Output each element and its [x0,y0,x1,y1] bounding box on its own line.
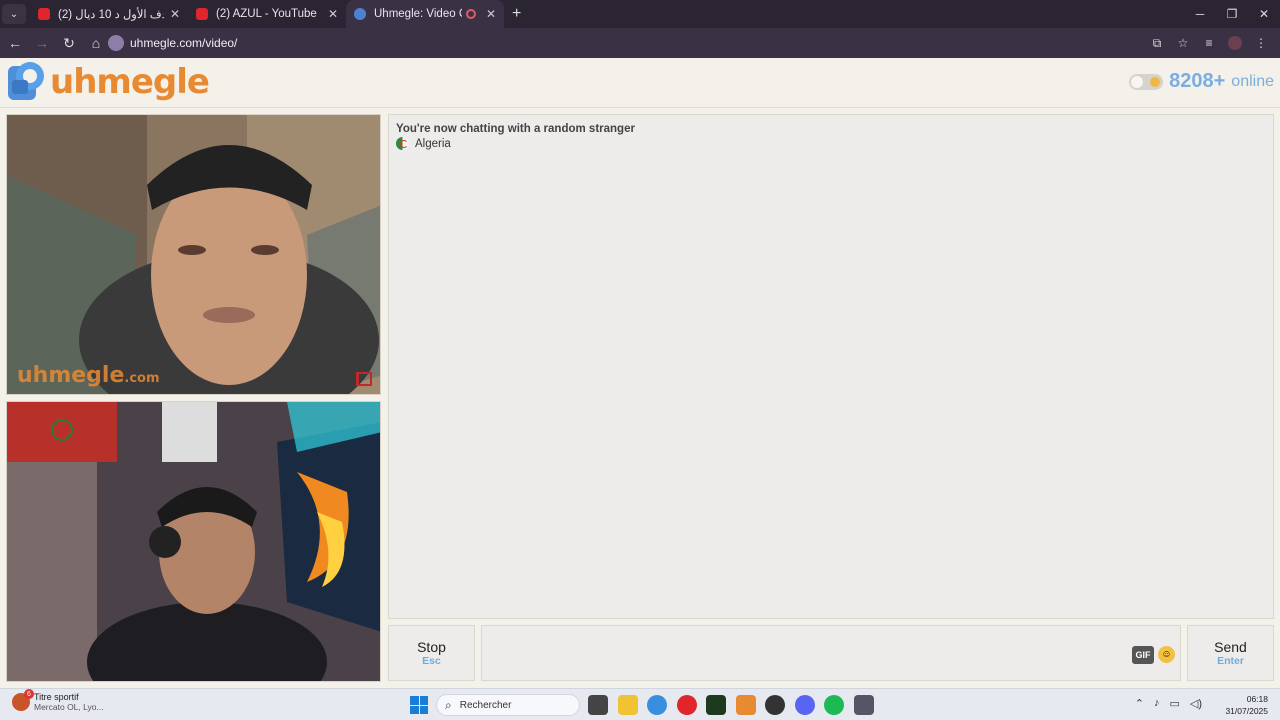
send-button[interactable]: Send Enter [1187,625,1274,681]
gif-button[interactable]: GIF [1132,646,1154,664]
uhmegle-icon [354,8,366,20]
chat-log: You're now chatting with a random strang… [388,114,1274,619]
watermark-text: uhmegle [17,363,125,388]
report-flag-icon[interactable] [356,372,372,386]
stranger-video: uhmegle.com [6,114,381,395]
back-icon[interactable]: ← [3,31,27,55]
news-widget[interactable]: 6 Titre sportif Mercato OL, Lyo... [12,689,104,712]
forward-icon[interactable]: → [30,31,54,55]
app-a-icon[interactable] [735,695,756,715]
self-video-frame [7,402,380,681]
media-control-icon[interactable]: ≡ [1196,31,1222,55]
translate-icon[interactable]: ⧉ [1144,31,1170,55]
microphone-icon[interactable]: ♪ [1154,697,1160,710]
sun-icon [1150,76,1161,87]
widget-title: Titre sportif [34,692,79,702]
tab-uhmegle[interactable]: Uhmegle: Video Chat | Ome ✕ [346,0,504,28]
close-window-icon[interactable]: ✕ [1248,0,1280,28]
country-name: Algeria [415,137,451,150]
opera-icon[interactable] [676,695,697,715]
site-info-icon[interactable] [108,35,124,51]
youtube-icon [38,8,50,20]
logo-chat-bubble-icon [8,62,48,102]
spotify-icon[interactable] [824,695,844,715]
task-view-icon[interactable] [588,695,608,715]
stop-label: Stop [417,639,446,655]
reload-icon[interactable]: ↻ [57,31,81,55]
network-icon[interactable]: ▭ [1169,697,1179,710]
url-field[interactable]: uhmegle.com/video/ [104,31,1204,55]
close-icon[interactable]: ✕ [328,7,338,21]
settings-gear-icon[interactable] [853,695,874,715]
chat-status-message: You're now chatting with a random strang… [396,123,635,135]
minimize-icon[interactable]: ─ [1184,0,1216,28]
tab-youtube-goal[interactable]: (2) حققت الهدف الأول د 10 ديال ✕ [30,0,188,28]
stop-button[interactable]: Stop Esc [388,625,475,681]
video-watermark: uhmegle.com [17,363,160,388]
restore-icon[interactable]: ❐ [1216,0,1248,28]
pinned-apps [588,695,883,715]
uhmegle-page: uhmegle 8208+ online uhmegle.com You're … [0,58,1280,688]
profile-avatar[interactable] [1228,36,1242,50]
windows-start-icon[interactable] [410,696,428,714]
tab-title: Uhmegle: Video Chat | Ome [374,8,462,20]
address-bar: ← → ↻ ⌂ uhmegle.com/video/ ⧉ ☆ ≡ ⋮ [0,28,1280,58]
bookmark-star-icon[interactable]: ☆ [1170,31,1196,55]
terminal-app-icon[interactable] [706,695,726,715]
message-input[interactable]: GIF ☺ [481,625,1181,681]
widget-subtitle: Mercato OL, Lyo... [34,702,104,712]
stranger-country: Algeria [396,137,451,150]
sports-icon: 6 [12,689,34,711]
site-header: uhmegle 8208+ online [0,58,1280,108]
recording-icon [465,9,476,19]
send-label: Send [1214,639,1247,655]
windows-taskbar: 6 Titre sportif Mercato OL, Lyo... ⌕ Rec… [0,688,1280,720]
tab-title: (2) AZUL - YouTube [216,8,317,20]
stranger-video-frame [7,115,380,394]
algeria-flag-icon [396,137,409,150]
file-explorer-icon[interactable] [617,695,638,715]
browser-tab-bar: ⌄ (2) حققت الهدف الأول د 10 ديال ✕ (2) A… [0,0,1280,28]
system-tray: ⌃ ♪ ▭ ◁) [1125,697,1202,710]
watermark-suffix: .com [124,371,160,386]
uhmegle-logo[interactable]: uhmegle [8,62,210,102]
tab-search-button[interactable]: ⌄ [2,4,26,24]
tab-youtube-azul[interactable]: (2) AZUL - YouTube ✕ [188,0,346,28]
online-indicator: 8208+ online [1129,70,1274,93]
stop-shortcut: Esc [422,655,441,667]
clock-date: 31/07/2025 [1225,706,1268,716]
menu-icon[interactable]: ⋮ [1248,31,1274,55]
online-label: online [1231,72,1274,90]
window-controls: ─ ❐ ✕ [1184,0,1280,28]
url-text: uhmegle.com/video/ [130,36,238,50]
search-icon: ⌕ [445,697,452,712]
emoji-icon[interactable]: ☺ [1158,646,1175,663]
obs-icon[interactable] [765,695,785,715]
system-clock[interactable]: 06:18 31/07/2025 [1225,693,1268,717]
new-tab-icon[interactable]: + [512,5,521,23]
chevron-up-icon[interactable]: ⌃ [1135,697,1144,710]
close-icon[interactable]: ✕ [486,7,496,21]
volume-icon[interactable]: ◁) [1190,697,1202,710]
logo-text: uhmegle [50,62,210,102]
theme-toggle[interactable] [1129,73,1164,90]
taskbar-search[interactable]: ⌕ Rechercher [436,694,580,716]
clock-time: 06:18 [1246,694,1268,704]
send-shortcut: Enter [1217,655,1244,667]
discord-icon[interactable] [794,695,815,715]
widget-badge: 6 [24,689,34,699]
tab-title: (2) حققت الهدف الأول د 10 ديال [58,9,164,21]
chrome-icon[interactable] [647,695,667,715]
close-icon[interactable]: ✕ [170,7,180,21]
youtube-icon [196,8,208,20]
self-video [6,401,381,682]
search-placeholder: Rechercher [459,699,512,711]
toggle-knob [1131,75,1144,88]
online-count: 8208+ [1169,70,1226,92]
